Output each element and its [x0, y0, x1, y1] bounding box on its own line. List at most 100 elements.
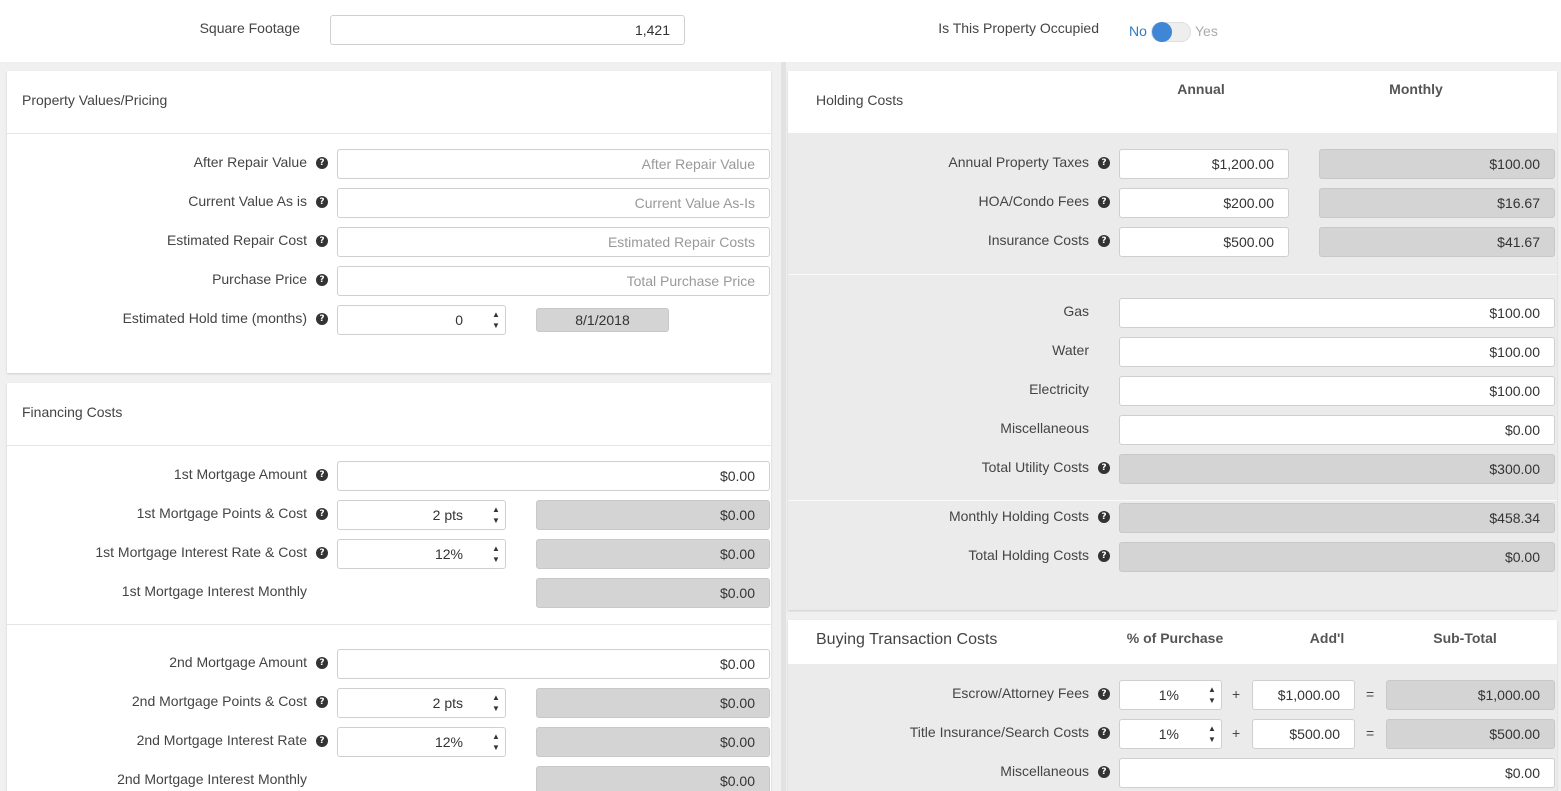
repair-cost-input[interactable]: Estimated Repair Costs	[337, 227, 770, 257]
square-footage-input[interactable]: 1,421	[330, 15, 685, 45]
stepper-arrows-icon[interactable]: ▲ ▼	[1207, 684, 1217, 706]
m1-rate-value: 12%	[434, 546, 463, 562]
stepper-arrows-icon[interactable]: ▲ ▼	[491, 543, 501, 565]
help-icon[interactable]: ?	[1098, 157, 1110, 169]
electricity-label: Electricity	[1029, 381, 1089, 397]
m2-points-stepper[interactable]: 2 pts ▲ ▼	[337, 688, 506, 718]
col-annual: Annual	[1177, 81, 1225, 97]
total-utility-value: $300.00	[1119, 454, 1555, 484]
divider	[7, 624, 771, 625]
help-icon[interactable]: ?	[1098, 688, 1110, 700]
toggle-knob	[1152, 22, 1172, 42]
help-icon[interactable]: ?	[316, 735, 328, 747]
monthly-holding-value: $458.34	[1119, 503, 1555, 533]
escrow-pct-stepper[interactable]: 1% ▲ ▼	[1119, 680, 1222, 710]
misc-utility-input[interactable]: $0.00	[1119, 415, 1555, 445]
m1-rate-cost: $0.00	[536, 539, 770, 569]
divider	[788, 274, 1557, 275]
financing-title: Financing Costs	[22, 404, 123, 420]
current-value-label: Current Value As is	[188, 193, 307, 209]
m1-monthly-label: 1st Mortgage Interest Monthly	[121, 583, 307, 599]
stepper-arrows-icon[interactable]: ▲ ▼	[491, 309, 501, 331]
water-label: Water	[1052, 342, 1089, 358]
hold-time-stepper[interactable]: 0 ▲ ▼	[337, 305, 506, 335]
help-icon[interactable]: ?	[1098, 511, 1110, 523]
m1-rate-stepper[interactable]: 12% ▲ ▼	[337, 539, 506, 569]
after-repair-input[interactable]: After Repair Value	[337, 149, 770, 179]
buying-misc-label: Miscellaneous	[1000, 763, 1089, 779]
stepper-arrows-icon[interactable]: ▲ ▼	[1207, 723, 1217, 745]
m2-points-value: 2 pts	[432, 695, 463, 711]
help-icon[interactable]: ?	[1098, 766, 1110, 778]
after-repair-label: After Repair Value	[193, 154, 307, 170]
help-icon[interactable]: ?	[316, 547, 328, 559]
equals-operator: =	[1366, 686, 1375, 702]
hold-time-label: Estimated Hold time (months)	[122, 310, 307, 326]
stepper-arrows-icon[interactable]: ▲ ▼	[491, 692, 501, 714]
help-icon[interactable]: ?	[316, 196, 328, 208]
m2-monthly-value: $0.00	[536, 766, 770, 791]
total-utility-label: Total Utility Costs	[981, 459, 1089, 475]
help-icon[interactable]: ?	[316, 469, 328, 481]
help-icon[interactable]: ?	[1098, 196, 1110, 208]
property-values-title: Property Values/Pricing	[22, 92, 168, 108]
m1-rate-label: 1st Mortgage Interest Rate & Cost	[95, 544, 307, 560]
buying-misc-input[interactable]: $0.00	[1119, 758, 1555, 788]
gas-input[interactable]: $100.00	[1119, 298, 1555, 328]
square-footage-label: Square Footage	[199, 20, 300, 36]
m1-monthly-value: $0.00	[536, 578, 770, 608]
gas-label: Gas	[1063, 303, 1089, 319]
divider	[7, 445, 771, 446]
m1-points-stepper[interactable]: 2 pts ▲ ▼	[337, 500, 506, 530]
toggle-no-label: No	[1129, 23, 1147, 39]
divider	[788, 500, 1557, 501]
help-icon[interactable]: ?	[316, 157, 328, 169]
repair-cost-label: Estimated Repair Cost	[166, 232, 307, 248]
help-icon[interactable]: ?	[316, 508, 328, 520]
plus-operator: +	[1232, 686, 1241, 702]
title-addl-input[interactable]: $500.00	[1252, 719, 1355, 749]
title-pct-stepper[interactable]: 1% ▲ ▼	[1119, 719, 1222, 749]
buying-costs-title: Buying Transaction Costs	[816, 631, 998, 648]
hold-date: 8/1/2018	[536, 308, 669, 332]
monthly-holding-label: Monthly Holding Costs	[948, 508, 1089, 524]
help-icon[interactable]: ?	[1098, 462, 1110, 474]
title-insurance-label: Title Insurance/Search Costs	[909, 724, 1089, 740]
m1-amount-input[interactable]: $0.00	[337, 461, 770, 491]
electricity-input[interactable]: $100.00	[1119, 376, 1555, 406]
help-icon[interactable]: ?	[1098, 550, 1110, 562]
purchase-price-input[interactable]: Total Purchase Price	[337, 266, 770, 296]
insurance-annual-input[interactable]: $500.00	[1119, 227, 1289, 257]
hoa-label: HOA/Condo Fees	[978, 193, 1090, 209]
col-addl: Add'l	[1309, 630, 1345, 646]
help-icon[interactable]: ?	[316, 696, 328, 708]
col-subtotal: Sub-Total	[1433, 630, 1497, 646]
hoa-monthly: $16.67	[1319, 188, 1555, 218]
escrow-addl-input[interactable]: $1,000.00	[1252, 680, 1355, 710]
taxes-label: Annual Property Taxes	[948, 154, 1089, 170]
insurance-label: Insurance Costs	[987, 232, 1089, 248]
escrow-subtotal: $1,000.00	[1386, 680, 1555, 710]
m2-rate-cost: $0.00	[536, 727, 770, 757]
help-icon[interactable]: ?	[1098, 727, 1110, 739]
help-icon[interactable]: ?	[316, 274, 328, 286]
water-input[interactable]: $100.00	[1119, 337, 1555, 367]
m2-points-label: 2nd Mortgage Points & Cost	[131, 693, 307, 709]
column-separator	[781, 62, 786, 791]
m2-rate-stepper[interactable]: 12% ▲ ▼	[337, 727, 506, 757]
total-holding-value: $0.00	[1119, 542, 1555, 572]
hold-time-value: 0	[455, 312, 463, 328]
toggle-yes-label: Yes	[1195, 23, 1218, 39]
help-icon[interactable]: ?	[316, 313, 328, 325]
help-icon[interactable]: ?	[316, 235, 328, 247]
help-icon[interactable]: ?	[1098, 235, 1110, 247]
stepper-arrows-icon[interactable]: ▲ ▼	[491, 731, 501, 753]
m2-amount-input[interactable]: $0.00	[337, 649, 770, 679]
stepper-arrows-icon[interactable]: ▲ ▼	[491, 504, 501, 526]
help-icon[interactable]: ?	[316, 657, 328, 669]
occupied-toggle[interactable]	[1151, 22, 1191, 42]
equals-operator: =	[1366, 725, 1375, 741]
hoa-annual-input[interactable]: $200.00	[1119, 188, 1289, 218]
current-value-input[interactable]: Current Value As-Is	[337, 188, 770, 218]
taxes-annual-input[interactable]: $1,200.00	[1119, 149, 1289, 179]
